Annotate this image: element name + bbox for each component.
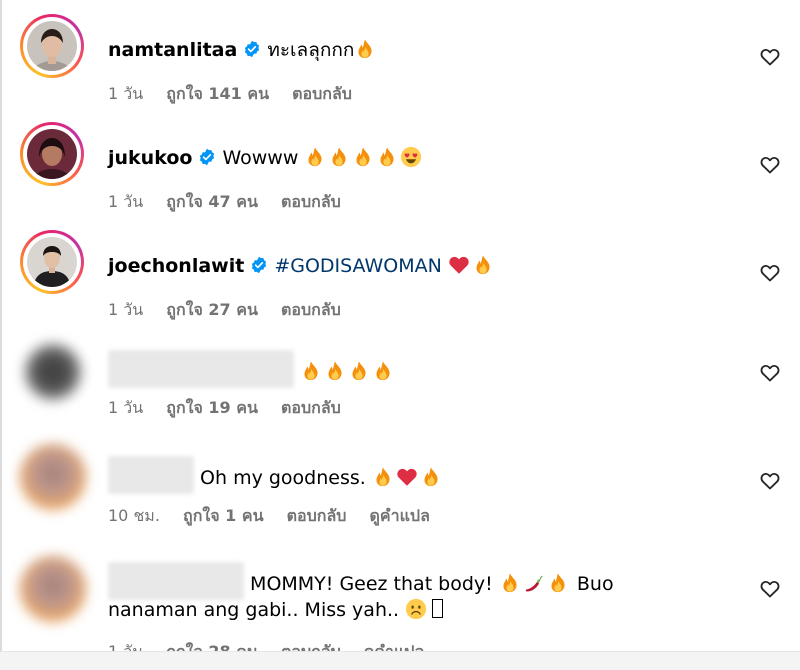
red-heart-icon [448, 254, 470, 276]
fire-icon [348, 360, 370, 382]
fire-icon [324, 360, 346, 382]
fire-icon [499, 572, 521, 594]
comment-text: ทะเลลุกกก [267, 39, 355, 61]
comment-timestamp[interactable]: 1 วัน [108, 192, 143, 211]
like-heart-icon[interactable] [759, 262, 781, 284]
red-heart-icon [396, 466, 418, 488]
fire-icon [472, 254, 494, 276]
avatar-story-ring[interactable] [20, 122, 84, 186]
fire-icon [420, 466, 442, 488]
comment-item: Oh my goodness. 10 ชม. ถูกใจ 1 คน ตอบกลั… [0, 440, 800, 548]
comment-text: Oh my goodness. [200, 467, 366, 489]
comment-timestamp[interactable]: 1 วัน [108, 84, 143, 103]
reply-button[interactable]: ตอบกลับ [287, 506, 347, 525]
comment-text-line2: nanaman ang gabi.. Miss yah.. [108, 599, 400, 621]
comment-text: MOMMY! Geez that body! [250, 573, 493, 595]
like-count-button[interactable]: ถูกใจ 1 คน [183, 506, 263, 525]
fire-icon [372, 360, 394, 382]
verified-badge-icon [198, 148, 216, 166]
fire-icon [352, 146, 374, 168]
username-redacted [108, 350, 294, 388]
like-count-button[interactable]: ถูกใจ 19 คน [166, 398, 258, 417]
comment-item: joechonlawit #GODISAWOMAN 1 วัน ถูกใจ 27 … [0, 224, 800, 332]
avatar[interactable] [20, 556, 86, 622]
comment-item: jukukoo Wowww 1 วัน ถูกใจ 47 คน ตอบกลับ [0, 116, 800, 224]
reply-button[interactable]: ตอบกลับ [281, 300, 341, 319]
fire-icon [328, 146, 350, 168]
like-count-button[interactable]: ถูกใจ 141 คน [166, 84, 269, 103]
comment-timestamp[interactable]: 10 ชม. [108, 506, 160, 525]
comment-username[interactable]: joechonlawit [108, 255, 244, 277]
hashtag-link[interactable]: #GODISAWOMAN [274, 255, 442, 277]
reply-button[interactable]: ตอบกลับ [281, 398, 341, 417]
like-count-button[interactable]: ถูกใจ 27 คน [166, 300, 258, 319]
avatar[interactable] [20, 444, 86, 510]
verified-badge-icon [243, 40, 261, 58]
frowning-face-icon [405, 598, 427, 620]
unknown-glyph-icon [432, 599, 444, 618]
fire-icon [547, 572, 569, 594]
chili-icon [523, 572, 545, 594]
avatar [27, 237, 77, 287]
fire-icon [304, 146, 326, 168]
avatar[interactable] [24, 343, 82, 401]
avatar [27, 129, 77, 179]
comment-username[interactable]: jukukoo [108, 147, 192, 169]
username-redacted [108, 456, 194, 494]
fire-icon [354, 38, 376, 60]
heart-eyes-icon [400, 146, 422, 168]
like-heart-icon[interactable] [759, 362, 781, 384]
like-heart-icon[interactable] [759, 154, 781, 176]
like-count-button[interactable]: ถูกใจ 47 คน [166, 192, 258, 211]
see-translation-button[interactable]: ดูคำแปล [370, 506, 430, 525]
fire-icon [376, 146, 398, 168]
fire-icon [372, 466, 394, 488]
comment-text: Wowww [222, 147, 299, 169]
like-heart-icon[interactable] [759, 470, 781, 492]
comment-username[interactable]: namtanlitaa [108, 39, 237, 61]
comment-text-continued: Buo [576, 573, 614, 595]
avatar-story-ring[interactable] [20, 230, 84, 294]
avatar [27, 21, 77, 71]
like-heart-icon[interactable] [759, 46, 781, 68]
fire-icon [300, 360, 322, 382]
comment-timestamp[interactable]: 1 วัน [108, 398, 143, 417]
like-heart-icon[interactable] [759, 578, 781, 600]
comment-item: 1 วัน ถูกใจ 19 คน ตอบกลับ [0, 330, 800, 438]
reply-button[interactable]: ตอบกลับ [281, 192, 341, 211]
comment-timestamp[interactable]: 1 วัน [108, 300, 143, 319]
window-frame-bottom [0, 651, 800, 670]
reply-button[interactable]: ตอบกลับ [292, 84, 352, 103]
verified-badge-icon [250, 256, 268, 274]
comment-item: namtanlitaa ทะเลลุกกก 1 วัน ถูกใจ 141 คน … [0, 8, 800, 116]
avatar-story-ring[interactable] [20, 14, 84, 78]
